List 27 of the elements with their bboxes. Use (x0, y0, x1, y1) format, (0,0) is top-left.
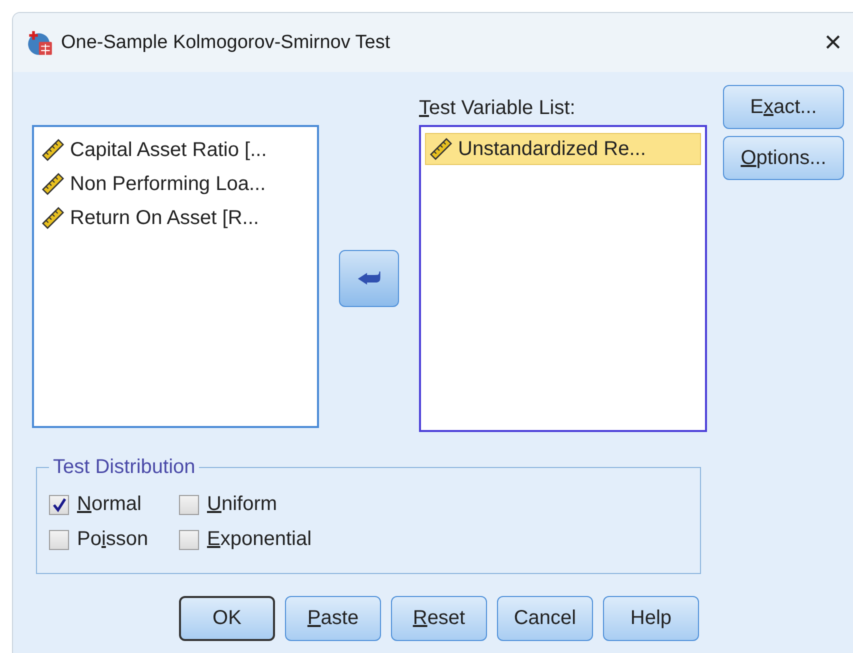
variable-list[interactable]: Capital Asset Ratio [... Non Performing Loa... Return On Asset [R... (32, 125, 319, 428)
dialog-button[interactable]: Cancel (497, 596, 593, 641)
list-label: Test Variable List: (419, 97, 576, 121)
checkbox[interactable] (49, 494, 69, 514)
move-button[interactable]: ⮨ (339, 250, 399, 307)
checkbox[interactable] (179, 530, 199, 550)
test-variable-list[interactable]: Unstandardized Re... (419, 125, 707, 432)
checkbox[interactable] (179, 494, 199, 514)
dialog-button[interactable]: OK (179, 596, 275, 641)
dialog-button[interactable]: Help (603, 596, 699, 641)
variable-item[interactable]: Return On Asset [R... (38, 201, 313, 235)
variable-item[interactable]: Unstandardized Re... (425, 133, 701, 165)
variable-item[interactable]: Non Performing Loa... (38, 167, 313, 201)
checkbox-option[interactable]: Exponential (179, 528, 379, 551)
app-icon (27, 30, 53, 56)
dialog-button[interactable]: Paste (285, 596, 381, 641)
checkbox-option[interactable]: Normal (49, 493, 179, 516)
close-button[interactable]: × (818, 28, 848, 58)
window-title: One-Sample Kolmogorov-Smirnov Test (61, 32, 392, 54)
checkbox-option[interactable]: Poisson (49, 528, 179, 551)
variable-item[interactable]: Capital Asset Ratio [... (38, 133, 313, 167)
dialog-button[interactable]: Options... (723, 136, 844, 180)
dialog-button[interactable]: Exact... (723, 85, 844, 129)
checkbox[interactable] (49, 530, 69, 550)
dialog-button[interactable]: Reset (391, 596, 487, 641)
checkbox-option[interactable]: Uniform (179, 493, 379, 516)
group-title: Test Distribution (52, 456, 196, 479)
